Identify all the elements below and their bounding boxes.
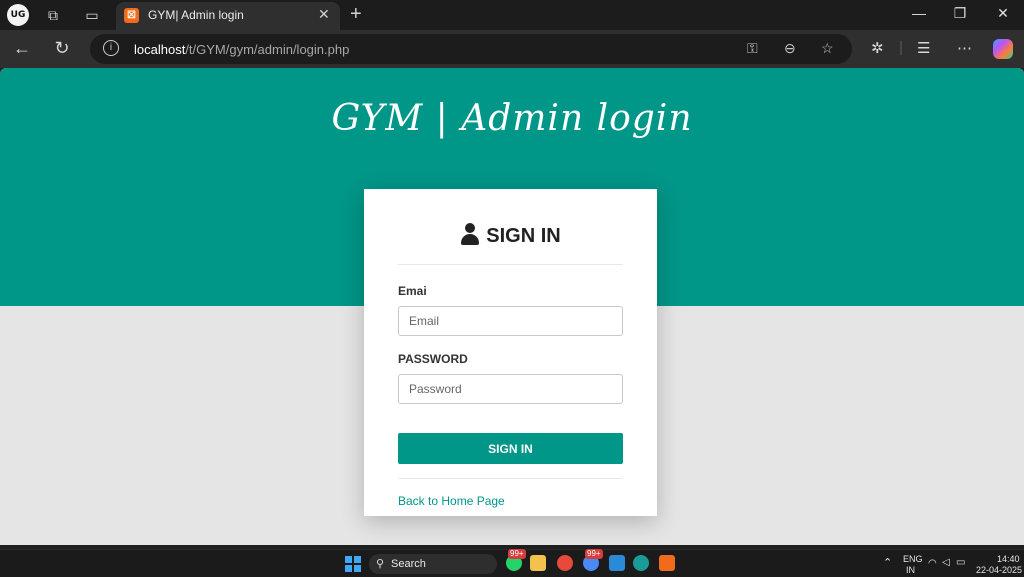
email-input[interactable] bbox=[398, 306, 623, 336]
tab-actions-icon[interactable]: ▭ bbox=[83, 6, 101, 24]
user-icon bbox=[460, 223, 480, 245]
login-card: SIGN IN Emai PASSWORD SIGN IN Back to Ho… bbox=[364, 189, 657, 516]
divider bbox=[398, 264, 623, 265]
signin-heading: SIGN IN bbox=[364, 223, 657, 248]
zoom-out-icon[interactable]: ⊖ bbox=[784, 40, 796, 57]
page-title: GYM | Admin login bbox=[331, 98, 693, 139]
site-info-icon[interactable]: i bbox=[103, 40, 119, 56]
xampp-favicon-icon: ☒ bbox=[124, 8, 139, 23]
whatsapp-icon[interactable]: 99+ bbox=[506, 549, 526, 571]
profile-avatar[interactable]: UG bbox=[7, 4, 29, 26]
back-to-home-link[interactable]: Back to Home Page bbox=[398, 494, 505, 508]
copilot-icon[interactable] bbox=[993, 39, 1013, 59]
volume-icon[interactable]: ◁ bbox=[942, 557, 950, 568]
edge-icon[interactable] bbox=[633, 555, 649, 571]
app-icon[interactable]: 99+ bbox=[583, 549, 603, 571]
tab-close-icon[interactable]: ✕ bbox=[318, 6, 330, 23]
clock-time[interactable]: 14:40 bbox=[997, 554, 1020, 564]
favorites-list-icon[interactable]: ☰ bbox=[917, 39, 930, 57]
extensions-icon[interactable]: ✲ bbox=[871, 39, 884, 57]
language-indicator[interactable]: ENG bbox=[903, 554, 923, 564]
signin-button[interactable]: SIGN IN bbox=[398, 433, 623, 464]
refresh-icon[interactable]: ↻ bbox=[51, 38, 73, 59]
toolbar-divider: | bbox=[899, 39, 903, 56]
windows-start-icon[interactable] bbox=[345, 556, 361, 572]
divider bbox=[398, 478, 623, 479]
search-icon: ⚲ bbox=[376, 558, 385, 570]
url-host: localhost bbox=[134, 42, 186, 57]
url-text[interactable]: localhost/t/GYM/gym/admin/login.php bbox=[134, 42, 349, 57]
browser-tab-strip: UG ⧉ ▭ ☒ GYM| Admin login ✕ + — ❐ ✕ bbox=[0, 0, 1024, 30]
tab-title: GYM| Admin login bbox=[148, 8, 244, 22]
restore-icon[interactable]: ❐ bbox=[950, 5, 970, 22]
vscode-icon[interactable] bbox=[609, 555, 625, 571]
notification-badge: 99+ bbox=[508, 549, 526, 559]
key-icon[interactable]: ⚿ bbox=[747, 40, 758, 57]
chrome-icon[interactable] bbox=[557, 555, 573, 571]
region-indicator: IN bbox=[906, 565, 915, 575]
taskbar-search-label: Search bbox=[391, 558, 426, 570]
email-label: Emai bbox=[398, 284, 427, 298]
browser-toolbar: ← ↻ i localhost/t/GYM/gym/admin/login.ph… bbox=[0, 30, 1024, 68]
favorite-star-icon[interactable]: ☆ bbox=[821, 40, 834, 57]
wifi-icon[interactable]: ◠ bbox=[928, 558, 937, 569]
battery-icon[interactable]: ▭ bbox=[956, 557, 965, 568]
windows-taskbar: ⚲ Search 99+ 99+ ⌃ ENG IN ◠ ◁ ▭ 14:40 22… bbox=[0, 549, 1024, 577]
xampp-icon[interactable] bbox=[659, 555, 675, 571]
password-label: PASSWORD bbox=[398, 352, 468, 366]
minimize-icon[interactable]: — bbox=[909, 5, 929, 21]
taskbar-search[interactable]: ⚲ Search bbox=[369, 554, 497, 574]
back-arrow-icon[interactable]: ← bbox=[11, 38, 33, 59]
password-input[interactable] bbox=[398, 374, 623, 404]
workspaces-icon[interactable]: ⧉ bbox=[44, 6, 62, 24]
notification-badge: 99+ bbox=[585, 549, 603, 559]
web-page: GYM | Admin login SIGN IN Emai PASSWORD … bbox=[0, 68, 1024, 545]
more-options-icon[interactable]: ⋯ bbox=[957, 39, 972, 57]
address-bar[interactable]: i localhost/t/GYM/gym/admin/login.php ⚿ … bbox=[90, 34, 852, 64]
tab-gym-admin-login[interactable]: ☒ GYM| Admin login ✕ bbox=[116, 2, 340, 30]
new-tab-icon[interactable]: + bbox=[350, 3, 362, 26]
close-window-icon[interactable]: ✕ bbox=[993, 5, 1013, 22]
file-explorer-icon[interactable] bbox=[530, 555, 546, 571]
url-path: /t/GYM/gym/admin/login.php bbox=[185, 42, 350, 57]
clock-date[interactable]: 22-04-2025 bbox=[976, 565, 1022, 575]
tray-chevron-icon[interactable]: ⌃ bbox=[883, 556, 892, 569]
signin-heading-text: SIGN IN bbox=[486, 225, 561, 247]
